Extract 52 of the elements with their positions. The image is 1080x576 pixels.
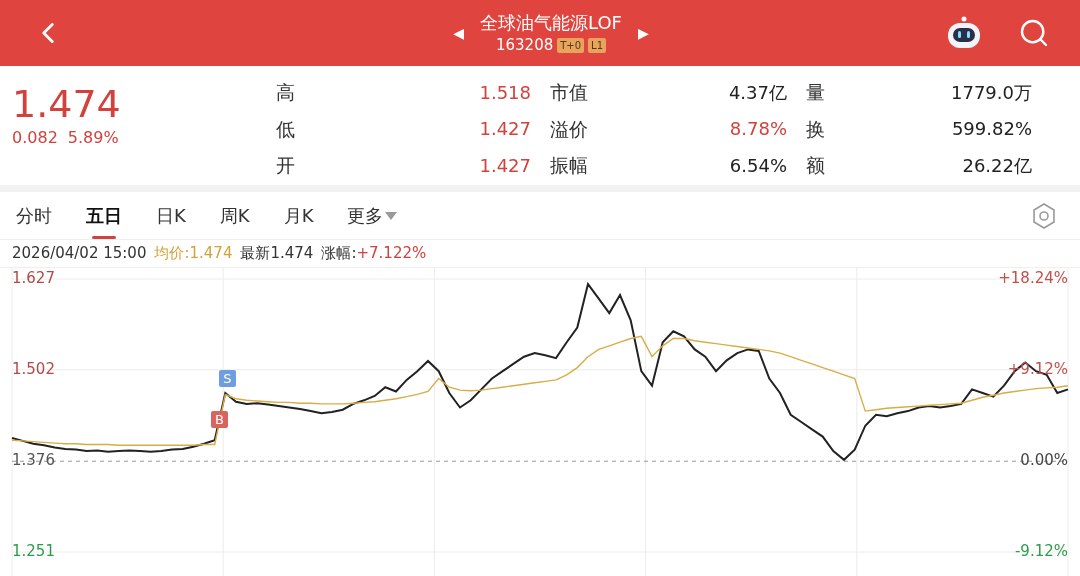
chart-tab[interactable]: 五日 (86, 202, 122, 229)
axis-label: 1.251 (12, 544, 55, 559)
timestamp: 2026/04/02 15:00 (12, 243, 147, 265)
stat-value: 1779.0万 (951, 81, 1032, 105)
stat-value: 26.22亿 (962, 153, 1032, 178)
average-price: 均价:1.474 (154, 243, 233, 265)
price-change-percent: 5.89% (67, 127, 119, 149)
price-change: 0.082 (12, 127, 58, 149)
percent-label: -9.12% (1014, 544, 1068, 559)
current-price: 1.474 (12, 82, 122, 126)
tag: L1 (588, 37, 606, 53)
axis-label: 1.376 (12, 453, 55, 469)
chart-tab[interactable]: 月K (283, 202, 314, 229)
chart-tab[interactable]: 周K (219, 202, 250, 229)
percent-label: +18.24% (998, 271, 1068, 286)
stat-value: 1.427 (479, 117, 531, 142)
stat-value: 8.78% (729, 117, 787, 142)
stat-label: 低 (276, 116, 295, 142)
chart-tab[interactable]: 日K (156, 202, 186, 229)
stat-value: 1.518 (479, 81, 531, 105)
stat-label: 高 (276, 80, 295, 106)
search-button[interactable] (1018, 17, 1050, 49)
stat-label: 开 (276, 152, 295, 178)
next-button[interactable]: ▶ (637, 22, 649, 44)
tab-underline (92, 236, 116, 239)
buy-marker: B (211, 411, 228, 428)
stat-label: 振幅 (550, 152, 588, 178)
stat-value: 1.427 (479, 153, 531, 178)
chart-tab[interactable]: 更多 (347, 202, 398, 229)
previous-button[interactable]: ◀ (453, 22, 465, 44)
axis-label: 1.502 (12, 361, 55, 377)
tag: T+0 (557, 37, 585, 53)
latest-price: 最新1.474 (240, 243, 314, 265)
stat-label: 额 (806, 152, 825, 178)
percent-label: 0.00% (1020, 453, 1068, 469)
stat-label: 市值 (550, 80, 588, 106)
stat-label: 量 (806, 80, 825, 106)
stat-value: 4.37亿 (728, 81, 787, 105)
stat-label: 溢价 (550, 116, 588, 142)
chart-tab[interactable]: 分时 (16, 202, 52, 229)
change-label: 涨幅: (321, 243, 357, 265)
fund-code: 163208 (495, 35, 554, 55)
stat-value: 599.82% (951, 117, 1032, 142)
search-icon (1018, 17, 1050, 49)
settings-icon[interactable] (1032, 202, 1056, 229)
sell-marker: S (219, 370, 236, 387)
robot-icon[interactable] (946, 16, 982, 50)
stat-label: 换 (806, 116, 825, 142)
axis-label: 1.627 (12, 271, 55, 286)
change-value: +7.122% (356, 243, 427, 265)
fund-title: 全球油气能源LOF (480, 11, 622, 35)
stat-value: 6.54% (729, 153, 787, 178)
